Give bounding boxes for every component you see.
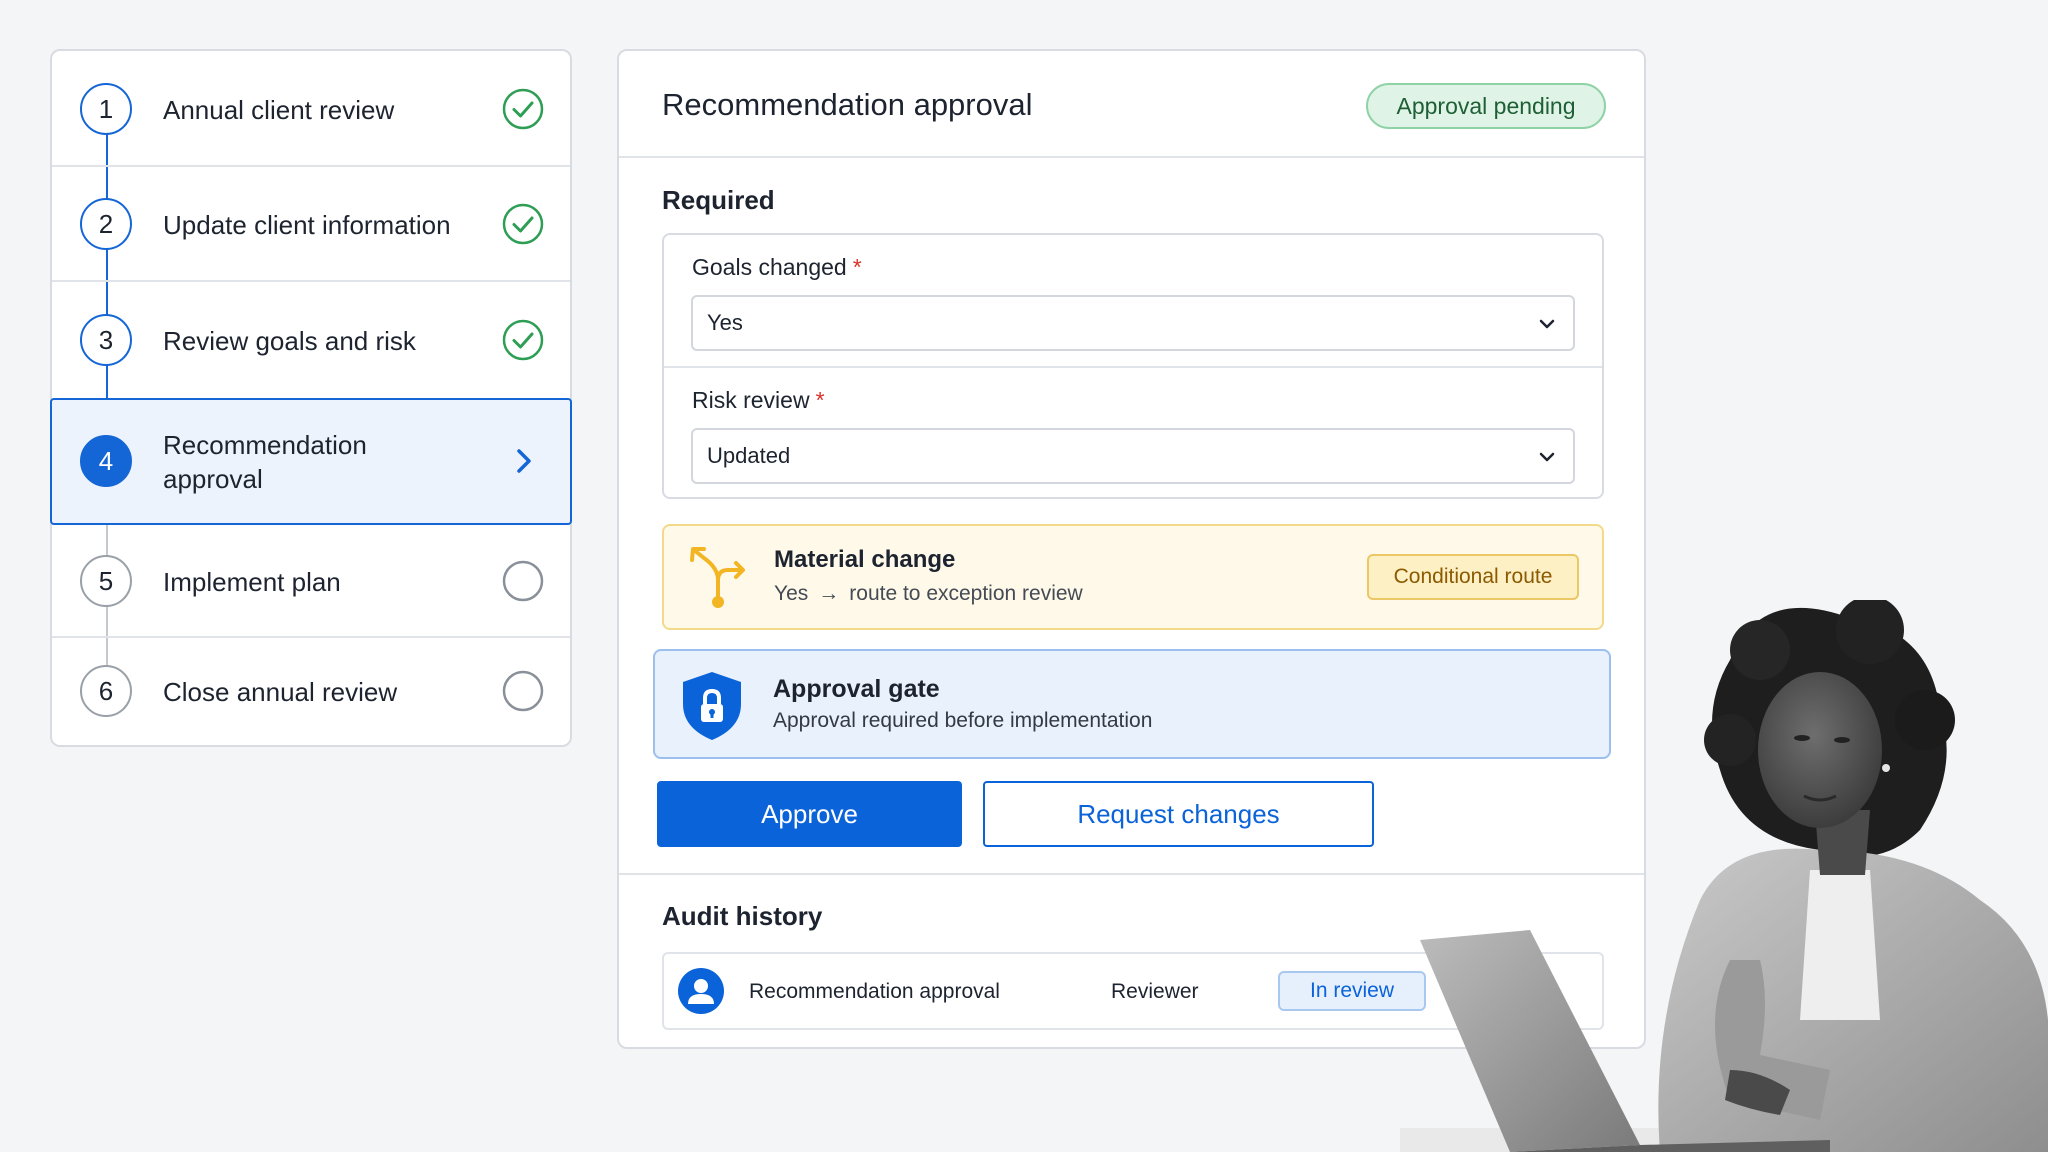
required-marker: * bbox=[815, 387, 825, 413]
step-number: 3 bbox=[80, 314, 132, 366]
step-number: 6 bbox=[80, 665, 132, 717]
conditional-route-badge: Conditional route bbox=[1367, 554, 1579, 600]
step-label: Recommendation approval bbox=[163, 428, 367, 496]
step-number: 2 bbox=[80, 198, 132, 250]
request-changes-button[interactable]: Request changes bbox=[983, 781, 1374, 847]
arrow-right-icon: → bbox=[818, 582, 840, 605]
audit-item: Recommendation approval bbox=[749, 980, 1000, 1003]
required-heading: Required bbox=[662, 185, 775, 215]
header-divider bbox=[619, 156, 1644, 158]
audit-history-heading: Audit history bbox=[662, 901, 823, 931]
field-label-text: Risk review bbox=[692, 387, 810, 413]
route-destination: route to exception review bbox=[849, 582, 1083, 605]
goals-changed-label: Goals changed * bbox=[692, 254, 862, 281]
field-divider bbox=[664, 366, 1602, 368]
step-label: Implement plan bbox=[163, 567, 341, 597]
chevron-down-icon bbox=[1539, 452, 1555, 462]
step-5[interactable]: 5 Implement plan bbox=[52, 527, 570, 638]
step-number: 5 bbox=[80, 555, 132, 607]
step-number: 4 bbox=[80, 435, 132, 487]
step-1[interactable]: 1 Annual client review bbox=[52, 51, 570, 167]
select-value: Updated bbox=[707, 443, 791, 468]
approve-button[interactable]: Approve bbox=[657, 781, 962, 847]
approval-gate-title: Approval gate bbox=[773, 675, 940, 703]
check-circle-icon bbox=[502, 319, 544, 361]
step-label: Update client information bbox=[163, 210, 451, 240]
required-marker: * bbox=[852, 254, 862, 280]
step-4-active[interactable]: 4 Recommendation approval bbox=[50, 398, 572, 525]
workflow-stepper: 1 Annual client review 2 Update client i… bbox=[50, 49, 572, 747]
person-with-laptop-photo bbox=[1400, 600, 2048, 1152]
step-label: Close annual review bbox=[163, 677, 398, 707]
step-3[interactable]: 3 Review goals and risk bbox=[52, 282, 570, 396]
material-change-route: Yes → route to exception review bbox=[774, 582, 1083, 606]
check-circle-icon bbox=[502, 88, 544, 130]
user-avatar-icon bbox=[678, 968, 724, 1014]
select-value: Yes bbox=[707, 310, 743, 335]
check-circle-icon bbox=[502, 203, 544, 245]
chevron-down-icon bbox=[1539, 319, 1555, 329]
field-label-text: Goals changed bbox=[692, 254, 847, 280]
route-condition: Yes bbox=[774, 582, 809, 605]
approval-gate-subtitle: Approval required before implementation bbox=[773, 709, 1153, 732]
shield-lock-icon bbox=[683, 672, 741, 740]
goals-changed-select[interactable]: Yes bbox=[691, 295, 1575, 351]
step-label-line: Recommendation bbox=[163, 430, 367, 460]
required-fields-card: Goals changed * Yes Risk review * Updated bbox=[662, 233, 1604, 499]
status-badge: Approval pending bbox=[1366, 83, 1606, 129]
step-label: Annual client review bbox=[163, 95, 395, 125]
material-change-title: Material change bbox=[774, 546, 956, 573]
step-label: Review goals and risk bbox=[163, 326, 416, 356]
risk-review-select[interactable]: Updated bbox=[691, 428, 1575, 484]
chevron-right-icon bbox=[517, 449, 531, 473]
page-title: Recommendation approval bbox=[662, 87, 1033, 122]
empty-circle-icon bbox=[502, 560, 544, 602]
empty-circle-icon bbox=[502, 670, 544, 712]
step-6[interactable]: 6 Close annual review bbox=[52, 638, 570, 745]
risk-review-label: Risk review * bbox=[692, 387, 825, 414]
step-label-line: approval bbox=[163, 464, 263, 494]
branch-arrows-icon bbox=[690, 547, 745, 608]
audit-role: Reviewer bbox=[1111, 980, 1199, 1003]
step-2[interactable]: 2 Update client information bbox=[52, 167, 570, 282]
step-number: 1 bbox=[80, 83, 132, 135]
